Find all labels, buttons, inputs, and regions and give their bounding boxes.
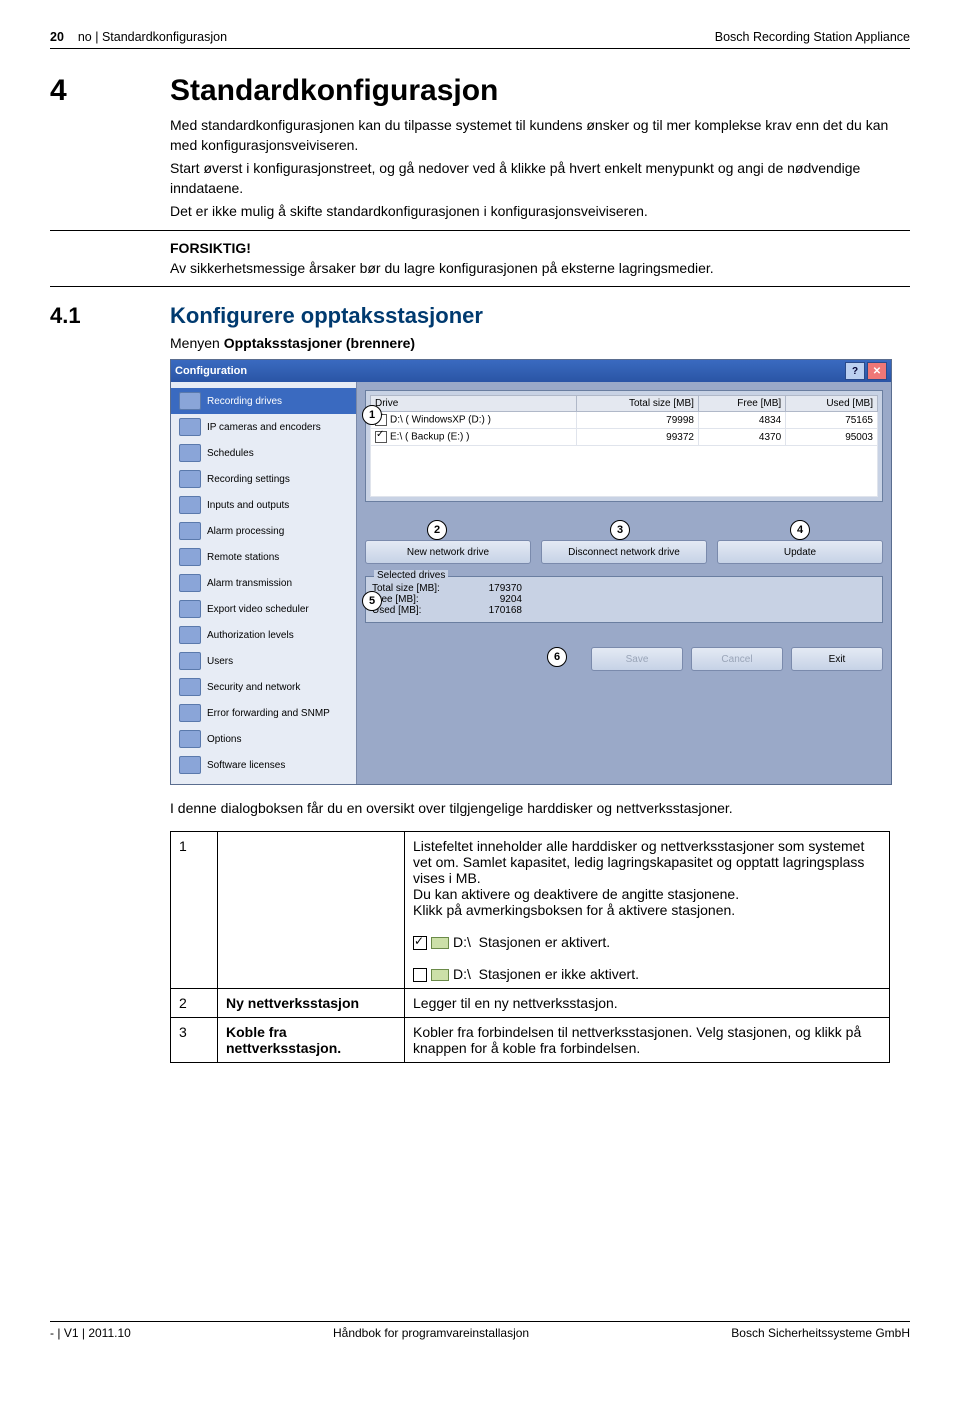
- checkbox-unchecked-icon: [413, 968, 427, 982]
- summary-total: 179370: [462, 583, 522, 594]
- alarm-icon: [179, 522, 201, 540]
- legend-desc: Legger til en ny nettverksstasjon.: [405, 989, 890, 1018]
- caution-heading: FORSIKTIG!: [170, 240, 251, 256]
- legend-num: 3: [171, 1018, 218, 1063]
- sidebar-item-recording-settings[interactable]: Recording settings: [171, 466, 356, 492]
- divider: [50, 230, 910, 231]
- callout-4: 4: [790, 520, 810, 540]
- main-pane: 1 Drive Total size [MB] Free [MB] Used […: [357, 382, 891, 784]
- section-para-2: Start øverst i konfigurasjonstreet, og g…: [170, 159, 910, 198]
- sidebar-item-remote-stations[interactable]: Remote stations: [171, 544, 356, 570]
- legend-num: 2: [171, 989, 218, 1018]
- col-drive[interactable]: Drive: [371, 396, 577, 412]
- menu-name: Opptaksstasjoner (brennere): [224, 335, 415, 351]
- col-total[interactable]: Total size [MB]: [576, 396, 698, 412]
- subsection-title: Konfigurere opptaksstasjoner: [170, 303, 483, 329]
- disconnect-drive-button[interactable]: Disconnect network drive: [541, 540, 707, 564]
- dialog-intro: I denne dialogboksen får du en oversikt …: [170, 799, 910, 819]
- col-used[interactable]: Used [MB]: [786, 396, 878, 412]
- menu-prefix: Menyen: [170, 335, 224, 351]
- configuration-window: Configuration ? ✕ Recording drives IP ca…: [170, 359, 892, 785]
- footer-right: Bosch Sicherheitssysteme GmbH: [731, 1326, 910, 1340]
- schedule-icon: [179, 444, 201, 462]
- exit-button[interactable]: Exit: [791, 647, 883, 671]
- legend-label: Koble fra nettverksstasjon.: [218, 1018, 405, 1063]
- remote-icon: [179, 548, 201, 566]
- drive-icon: [431, 937, 449, 949]
- sidebar-item-ip-cameras[interactable]: IP cameras and encoders: [171, 414, 356, 440]
- legend-num: 1: [171, 831, 218, 989]
- sidebar-item-recording-drives[interactable]: Recording drives: [171, 388, 356, 414]
- subsection-number: 4.1: [50, 303, 170, 329]
- io-icon: [179, 496, 201, 514]
- header-section: Standardkonfigurasjon: [102, 30, 227, 44]
- drive-icon: [179, 392, 201, 410]
- sidebar-item-security-network[interactable]: Security and network: [171, 674, 356, 700]
- drive-icon: [431, 969, 449, 981]
- sidebar-item-licenses[interactable]: Software licenses: [171, 752, 356, 778]
- save-button[interactable]: Save: [591, 647, 683, 671]
- page-header: 20 no | Standardkonfigurasjon Bosch Reco…: [50, 30, 910, 49]
- section-para-3: Det er ikke mulig å skifte standardkonfi…: [170, 202, 910, 222]
- window-title: Configuration: [175, 365, 247, 377]
- license-icon: [179, 756, 201, 774]
- security-icon: [179, 678, 201, 696]
- summary-title: Selected drives: [374, 570, 448, 581]
- sidebar-item-alarm-transmission[interactable]: Alarm transmission: [171, 570, 356, 596]
- sidebar-item-users[interactable]: Users: [171, 648, 356, 674]
- sidebar-item-error-snmp[interactable]: Error forwarding and SNMP: [171, 700, 356, 726]
- checkbox-checked-icon: [413, 936, 427, 950]
- page-footer: - | V1 | 2011.10 Håndbok for programvare…: [50, 1321, 910, 1340]
- summary-free: 9204: [462, 594, 522, 605]
- camera-icon: [179, 418, 201, 436]
- auth-icon: [179, 626, 201, 644]
- callout-6: 6: [547, 647, 567, 667]
- drive-row[interactable]: D:\ ( WindowsXP (D:) ) 79998 4834 75165: [371, 412, 878, 429]
- summary-used: 170168: [462, 605, 522, 616]
- drive-checkbox[interactable]: [375, 431, 387, 443]
- footer-center: Håndbok for programvareinstallasjon: [333, 1326, 529, 1340]
- section-number: 4: [50, 74, 170, 108]
- help-button[interactable]: ?: [845, 362, 865, 380]
- callout-3: 3: [610, 520, 630, 540]
- close-button[interactable]: ✕: [867, 362, 887, 380]
- section-title: Standardkonfigurasjon: [170, 74, 498, 108]
- update-button[interactable]: Update: [717, 540, 883, 564]
- section-para-1: Med standardkonfigurasjonen kan du tilpa…: [170, 116, 910, 155]
- sidebar-item-export-scheduler[interactable]: Export video scheduler: [171, 596, 356, 622]
- selected-drives-panel: 5 Selected drives Total size [MB]:179370…: [365, 576, 883, 623]
- legend-label: [218, 831, 405, 989]
- legend-desc: Kobler fra forbindelsen til nettverkssta…: [405, 1018, 890, 1063]
- error-icon: [179, 704, 201, 722]
- users-icon: [179, 652, 201, 670]
- drive-table: Drive Total size [MB] Free [MB] Used [MB…: [370, 395, 878, 446]
- drive-list-empty-area: [370, 446, 878, 497]
- callout-2: 2: [427, 520, 447, 540]
- sidebar-item-options[interactable]: Options: [171, 726, 356, 752]
- legend-label: Ny nettverksstasjon: [218, 989, 405, 1018]
- transmission-icon: [179, 574, 201, 592]
- settings-icon: [179, 470, 201, 488]
- cancel-button[interactable]: Cancel: [691, 647, 783, 671]
- header-lang: no: [78, 30, 92, 44]
- sidebar-item-authorization[interactable]: Authorization levels: [171, 622, 356, 648]
- legend-table: 1 Listefeltet inneholder alle harddisker…: [170, 831, 890, 1064]
- divider: [50, 286, 910, 287]
- options-icon: [179, 730, 201, 748]
- header-product: Bosch Recording Station Appliance: [715, 30, 910, 44]
- caution-text: Av sikkerhetsmessige årsaker bør du lagr…: [170, 260, 714, 276]
- new-network-drive-button[interactable]: New network drive: [365, 540, 531, 564]
- export-icon: [179, 600, 201, 618]
- legend-desc: Listefeltet inneholder alle harddisker o…: [405, 831, 890, 989]
- drive-row[interactable]: E:\ ( Backup (E:) ) 99372 4370 95003: [371, 429, 878, 446]
- col-free[interactable]: Free [MB]: [698, 396, 785, 412]
- page-number: 20: [50, 30, 64, 44]
- config-sidebar: Recording drives IP cameras and encoders…: [171, 382, 357, 784]
- sidebar-item-inputs-outputs[interactable]: Inputs and outputs: [171, 492, 356, 518]
- sidebar-item-schedules[interactable]: Schedules: [171, 440, 356, 466]
- window-titlebar[interactable]: Configuration ? ✕: [171, 360, 891, 382]
- sidebar-item-alarm-processing[interactable]: Alarm processing: [171, 518, 356, 544]
- drive-list-panel: 1 Drive Total size [MB] Free [MB] Used […: [365, 390, 883, 502]
